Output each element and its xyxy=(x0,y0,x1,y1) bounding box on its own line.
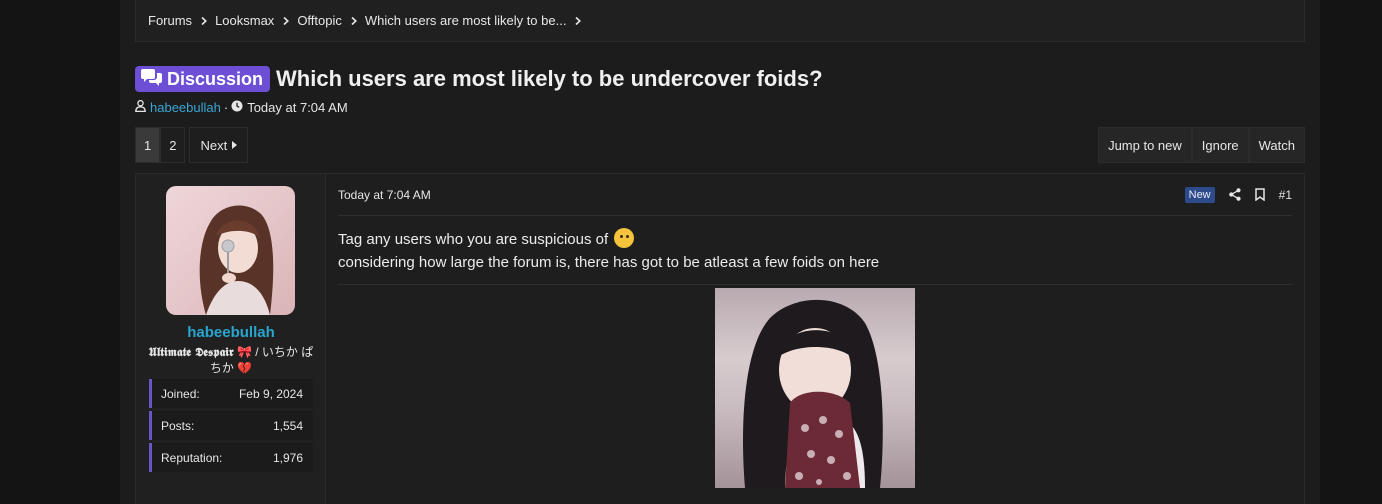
chevron-right-icon xyxy=(349,16,359,26)
thread-date[interactable]: Today at 7:04 AM xyxy=(247,100,347,115)
meta-separator: · xyxy=(223,100,229,115)
page-container: Forums Looksmax Offtopic Which users are… xyxy=(120,0,1320,504)
chevron-right-icon xyxy=(199,16,209,26)
bookmark-icon[interactable] xyxy=(1254,188,1265,201)
post: habeebullah 𝖀𝖑𝖙𝖎𝖒𝖆𝖙𝖊 𝕯𝖊𝖘𝖕𝖆𝖎𝖗 🎀 / いちか ぱちか… xyxy=(135,173,1305,504)
post-header: Today at 7:04 AM New #1 xyxy=(338,174,1292,216)
post-date[interactable]: Today at 7:04 AM xyxy=(338,188,431,202)
breadcrumb-item-forums[interactable]: Forums xyxy=(148,13,215,28)
discussion-label-text: Discussion xyxy=(167,68,264,89)
breadcrumb: Forums Looksmax Offtopic Which users are… xyxy=(135,0,1305,42)
ignore-button[interactable]: Ignore xyxy=(1191,127,1249,163)
user-stats: Joined: Feb 9, 2024 Posts: 1,554 Reputat… xyxy=(149,379,313,475)
stat-label: Joined: xyxy=(161,386,200,401)
breadcrumb-item-looksmax[interactable]: Looksmax xyxy=(215,13,297,28)
chevron-right-icon xyxy=(573,16,583,26)
stat-value: Feb 9, 2024 xyxy=(238,386,303,401)
watch-button[interactable]: Watch xyxy=(1248,127,1305,163)
breadcrumb-item-thread[interactable]: Which users are most likely to be... xyxy=(365,13,590,28)
user-icon xyxy=(135,99,146,115)
breadcrumb-link[interactable]: Forums xyxy=(148,13,192,28)
stat-value: 1,976 xyxy=(272,450,303,465)
post-line-2: considering how large the forum is, ther… xyxy=(338,254,880,271)
breadcrumb-item-offtopic[interactable]: Offtopic xyxy=(297,13,365,28)
stat-label: Reputation: xyxy=(161,450,223,465)
attached-image[interactable] xyxy=(715,288,915,488)
stat-value[interactable]: 1,554 xyxy=(273,419,303,433)
thread-author-link[interactable]: habeebullah xyxy=(150,100,221,115)
thread-actions: Jump to new Ignore Watch xyxy=(1098,127,1305,163)
caret-right-icon xyxy=(232,141,238,149)
ribbon-emoji: 🎀 xyxy=(236,345,252,359)
pagination: 1 2 Next xyxy=(135,127,249,163)
chat-bubbles-icon xyxy=(141,68,167,91)
post-line-1: Tag any users who you are suspicious of xyxy=(338,228,879,251)
breadcrumb-link[interactable]: Offtopic xyxy=(297,13,342,28)
stat-posts: Posts: 1,554 xyxy=(149,411,313,440)
jump-to-new-button[interactable]: Jump to new xyxy=(1098,127,1192,163)
page-2-button[interactable]: 2 xyxy=(160,127,186,163)
chevron-right-icon xyxy=(281,16,291,26)
discussion-label[interactable]: Discussion xyxy=(135,66,271,92)
thread-title-row: Discussion Which users are most likely t… xyxy=(135,66,823,92)
user-title-gothic: 𝖀𝖑𝖙𝖎𝖒𝖆𝖙𝖊 𝕯𝖊𝖘𝖕𝖆𝖎𝖗 xyxy=(148,345,234,359)
post-body: Tag any users who you are suspicious of … xyxy=(338,228,879,274)
post-tools: New #1 xyxy=(1184,186,1292,203)
thinking-emoji-icon xyxy=(614,228,635,248)
post-user-pane: habeebullah 𝖀𝖑𝖙𝖎𝖒𝖆𝖙𝖊 𝕯𝖊𝖘𝖕𝖆𝖎𝖗 🎀 / いちか ぱちか… xyxy=(136,174,326,504)
breadcrumb-link[interactable]: Looksmax xyxy=(215,13,274,28)
stat-reputation: Reputation: 1,976 xyxy=(149,443,313,472)
post-message: Today at 7:04 AM New #1 Tag any users wh… xyxy=(327,174,1304,504)
clock-icon xyxy=(231,100,243,115)
breadcrumb-link[interactable]: Which users are most likely to be... xyxy=(365,13,567,28)
post-number-link[interactable]: #1 xyxy=(1279,188,1292,202)
next-page-label: Next xyxy=(200,137,228,153)
share-icon[interactable] xyxy=(1228,188,1241,201)
stat-joined: Joined: Feb 9, 2024 xyxy=(149,379,313,408)
thread-meta: habeebullah · Today at 7:04 AM xyxy=(135,99,348,115)
avatar[interactable] xyxy=(166,186,295,315)
post-username[interactable]: habeebullah xyxy=(136,324,326,341)
new-badge: New xyxy=(1184,186,1215,203)
page-title: Which users are most likely to be underc… xyxy=(276,66,823,91)
broken-heart-emoji: 💔 xyxy=(237,361,253,375)
next-page-button[interactable]: Next xyxy=(189,127,249,163)
post-divider xyxy=(338,284,1292,285)
user-title: 𝖀𝖑𝖙𝖎𝖒𝖆𝖙𝖊 𝕯𝖊𝖘𝖕𝖆𝖎𝖗 🎀 / いちか ぱちか 💔 xyxy=(148,344,314,376)
post-line-1-text: Tag any users who you are suspicious of xyxy=(338,231,609,248)
page-1-button[interactable]: 1 xyxy=(135,127,161,163)
stat-label: Posts: xyxy=(161,418,195,433)
